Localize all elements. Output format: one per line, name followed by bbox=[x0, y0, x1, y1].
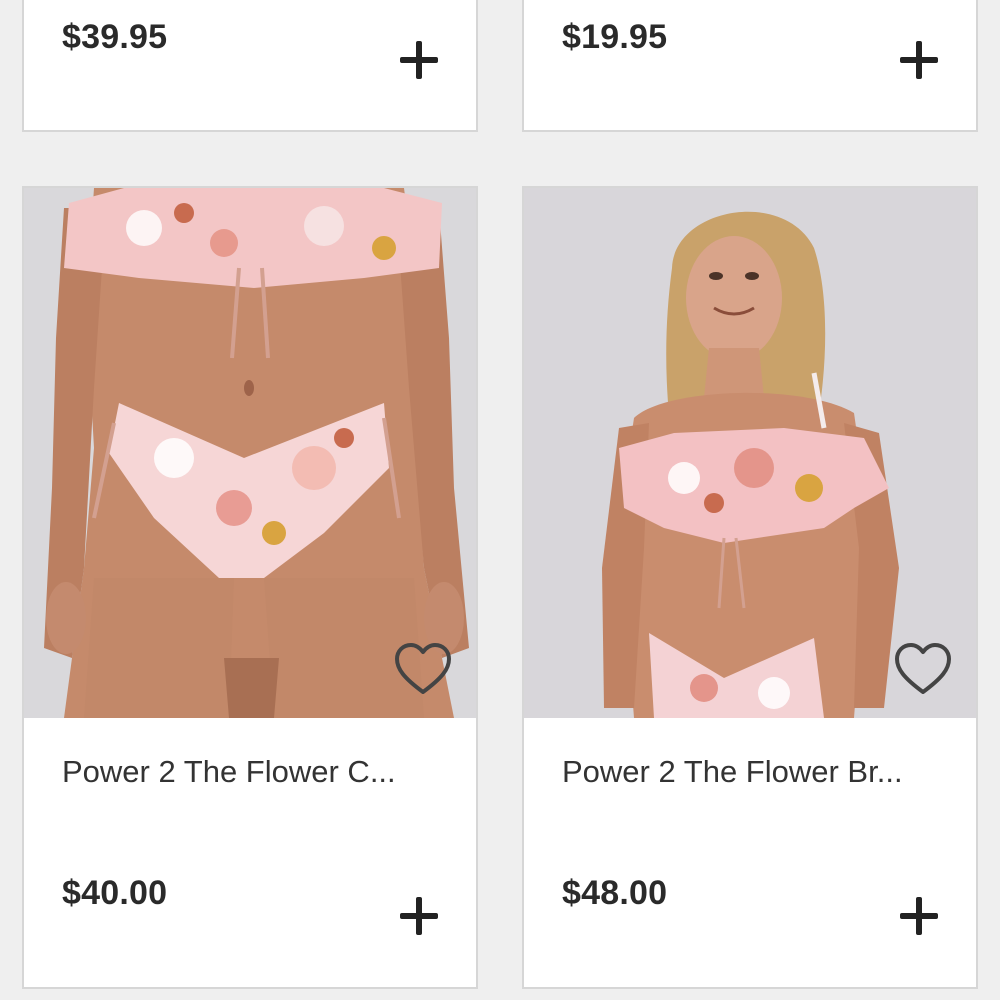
add-to-bag-button[interactable] bbox=[897, 894, 941, 938]
product-card[interactable]: Power 2 The Flower C... $40.00 bbox=[22, 186, 478, 989]
product-name[interactable]: Power 2 The Flower C... bbox=[62, 754, 396, 790]
product-grid: $39.95 $19.95 Power 2 The Flower C... $4… bbox=[0, 0, 1000, 1000]
heart-outline-icon[interactable] bbox=[894, 642, 952, 696]
product-card[interactable]: $19.95 bbox=[522, 0, 978, 132]
add-to-bag-button[interactable] bbox=[397, 894, 441, 938]
product-price: $40.00 bbox=[62, 874, 168, 912]
heart-outline-icon[interactable] bbox=[394, 642, 452, 696]
add-to-bag-button[interactable] bbox=[897, 38, 941, 82]
product-image[interactable] bbox=[24, 188, 476, 718]
add-to-bag-button[interactable] bbox=[397, 38, 441, 82]
product-price: $39.95 bbox=[62, 18, 168, 56]
product-name[interactable]: Power 2 The Flower Br... bbox=[562, 754, 903, 790]
product-image[interactable] bbox=[524, 188, 976, 718]
product-card[interactable]: $39.95 bbox=[22, 0, 478, 132]
product-price: $48.00 bbox=[562, 874, 668, 912]
product-price: $19.95 bbox=[562, 18, 668, 56]
product-card[interactable]: Power 2 The Flower Br... $48.00 bbox=[522, 186, 978, 989]
